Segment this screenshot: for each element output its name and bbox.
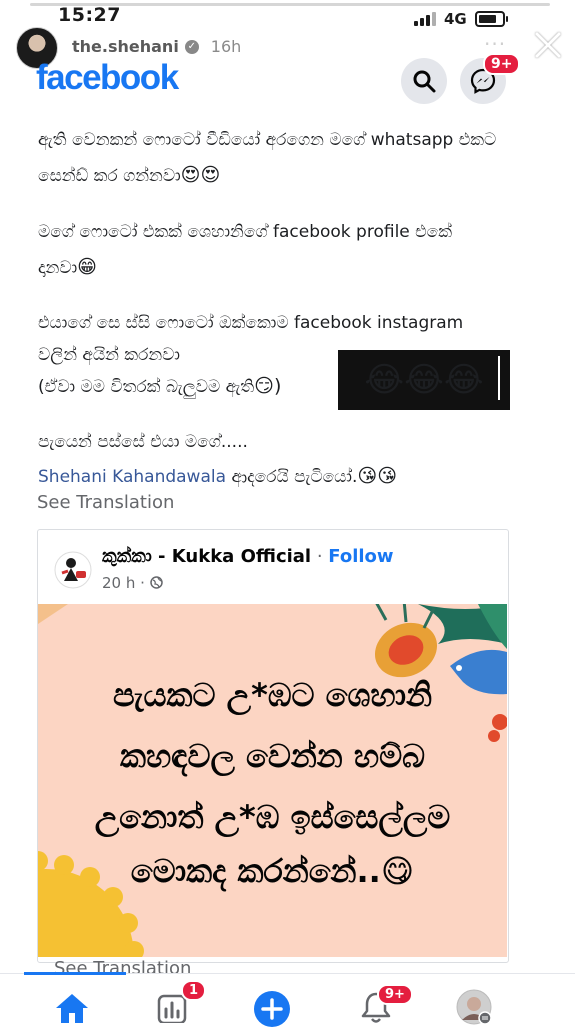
home-icon — [56, 994, 88, 1023]
post-text-line: එයාගේ සෙ ස්සි ෆොටෝ ඔක්කොම facebook insta… — [38, 313, 464, 333]
shared-post-time: 20 h · — [102, 574, 150, 592]
close-icon[interactable] — [531, 28, 565, 62]
search-button[interactable] — [401, 58, 447, 104]
meme-text: මොකද කරන්නේ.. — [130, 852, 381, 890]
story-username[interactable]: the.shehani — [72, 37, 179, 56]
active-tab-indicator — [24, 972, 126, 975]
post-text-line: පැයෙන් පස්සේ එයා මගේ..... — [38, 432, 248, 452]
story-timestamp: 16h — [210, 37, 242, 56]
dashboard-badge: 1 — [181, 980, 207, 1001]
post-text-line: වලින් අයින් කරනවා — [38, 345, 180, 365]
meme-text-line: කහඳවල වෙන්න හම්බ — [119, 737, 426, 775]
globe-icon — [149, 576, 163, 589]
search-icon — [413, 70, 436, 93]
post-text: දානවා — [38, 258, 78, 278]
heart-eyes-emoji: 😍😍 — [180, 164, 221, 186]
post-text-line: සෙන්ඩ් කර ගන්නවා😍😍 — [38, 164, 220, 186]
nav-profile[interactable] — [452, 989, 496, 1025]
post-text: සෙන්ඩ් කර ගන්නවා — [38, 166, 181, 186]
separator-dot: · — [311, 546, 329, 567]
profile-avatar — [456, 989, 492, 1025]
network-type: 4G — [444, 10, 467, 28]
smirk-emoji: 😏) — [254, 375, 282, 397]
battery-icon — [474, 11, 508, 27]
messenger-badge: 9+ — [483, 53, 521, 75]
post-text: (ඒවා මම විතරක් බැලුවම ඇති — [38, 377, 255, 397]
post-text-line: මගේ ෆොටෝ එකක් ශෙහානිගේ facebook profile … — [38, 222, 453, 242]
verified-icon: ✓ — [184, 39, 199, 54]
kiss-emoji: 😘😘 — [357, 465, 398, 487]
system-status-icons: 4G — [414, 9, 508, 29]
see-translation-link[interactable]: See Translation — [37, 492, 174, 513]
notifications-badge: 9+ — [377, 984, 413, 1005]
grin-emoji: 😁 — [77, 256, 97, 278]
page-name[interactable]: කුක්කා - Kukka Official — [102, 546, 311, 567]
nav-create[interactable] — [250, 990, 294, 1027]
meme-image[interactable]: පැයකට උ*ඹට ශෙහානි කහඳවල වෙන්න හම්බ උනොත්… — [38, 604, 507, 957]
shared-post-meta: 20 h · — [102, 574, 163, 592]
post-text-line: දානවා😁 — [38, 256, 97, 278]
status-time: 15:27 — [58, 4, 121, 26]
page-avatar[interactable] — [54, 551, 92, 589]
text-cursor — [498, 356, 500, 400]
plus-icon — [254, 991, 290, 1027]
meme-text-line: උනොත් උ*ඹ ඉස්සෙල්ලම — [94, 798, 451, 836]
mention-link[interactable]: Shehani Kahandawala — [38, 467, 226, 487]
post-text-line: ඇති වෙනකන් ෆොටෝ වීඩියෝ අරගෙන මගේ whatsap… — [38, 130, 497, 150]
laughing-emoji-sticker: 😂😂😂 — [338, 350, 510, 410]
post-text-line: Shehani Kahandawala ආදරෙයි පැටියෝ.😘😘 — [38, 465, 397, 487]
nav-home[interactable] — [50, 990, 94, 1024]
post-text: ආදරෙයි පැටියෝ. — [231, 467, 358, 487]
follow-button[interactable]: Follow — [328, 546, 393, 567]
meme-text-line: මොකද කරන්නේ..😋 — [38, 852, 507, 891]
shared-post-header: කුක්කා - Kukka Official · Follow — [102, 546, 394, 567]
yum-emoji: 😋 — [380, 852, 415, 890]
meme-text-line: පැයකට උ*ඹට ශෙහානි — [112, 676, 433, 714]
story-user-info: the.shehani ✓ 16h — [72, 37, 241, 56]
facebook-logo: facebook — [36, 58, 179, 97]
post-text-line: (ඒවා මම විතරක් බැලුවම ඇති😏) — [38, 375, 281, 397]
meme-decorations — [38, 604, 507, 957]
signal-icon — [414, 12, 436, 26]
